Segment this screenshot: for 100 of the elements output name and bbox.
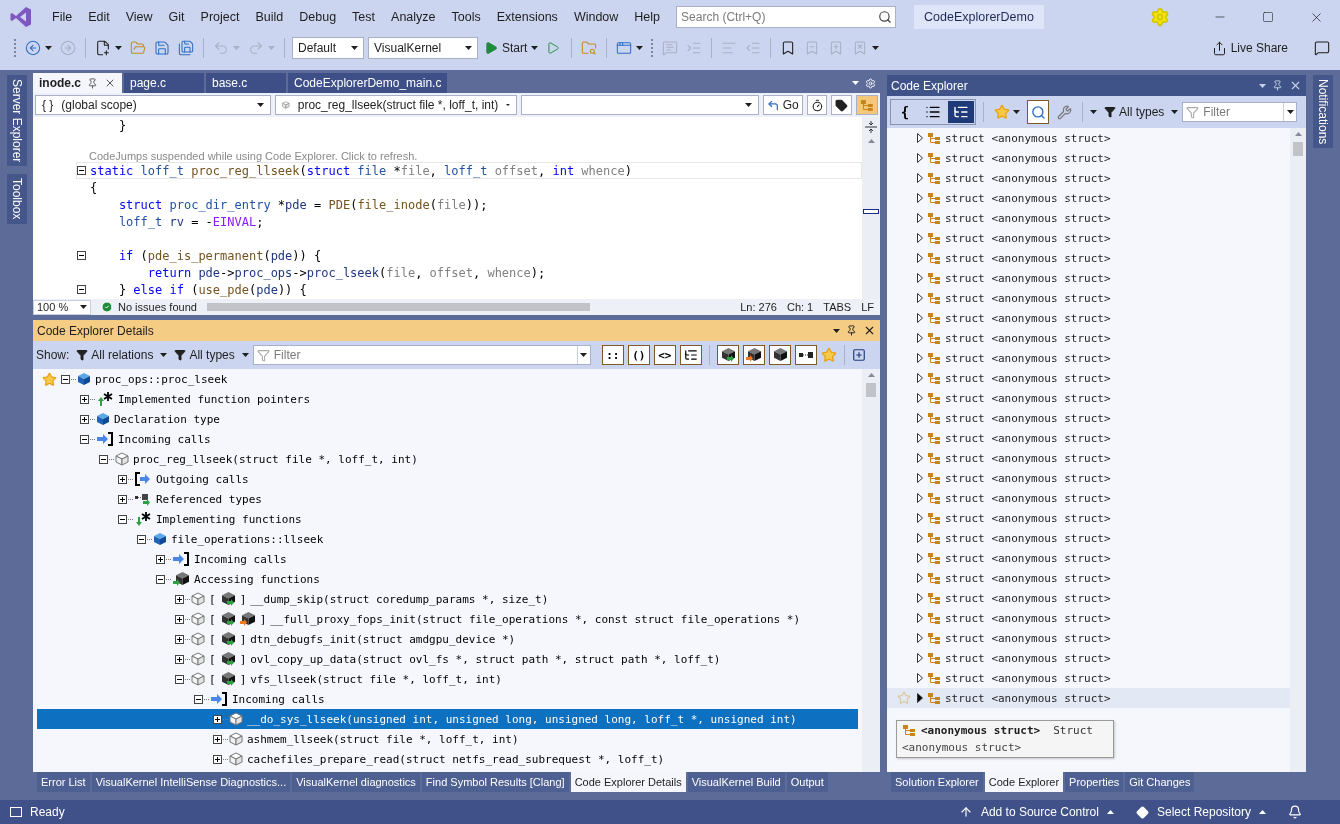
symbol-row[interactable]: struct <anonymous struct> xyxy=(887,228,1290,248)
close-icon[interactable] xyxy=(863,324,876,337)
symbol-row[interactable]: struct <anonymous struct> xyxy=(887,468,1290,488)
symbol-row[interactable]: struct <anonymous struct> xyxy=(887,608,1290,628)
expand-toggle[interactable] xyxy=(213,734,222,744)
panel-tab[interactable]: Code Explorer Details xyxy=(570,772,686,792)
notifications-icon[interactable] xyxy=(1288,805,1302,819)
panel-tab[interactable]: Find Symbol Results [Clang] xyxy=(421,772,569,792)
tree-row[interactable]: Incoming calls xyxy=(37,689,858,709)
tree-row[interactable]: [ ] __dump_skip(struct coredump_params *, size_t) xyxy=(37,589,858,609)
tree-row[interactable]: [ ] vfs_llseek(struct file *, loff_t, int) xyxy=(37,669,858,689)
tree-row[interactable]: [ ] dtn_debugfs_init(struct amdgpu_device *) xyxy=(37,629,858,649)
symbol-row[interactable]: struct <anonymous struct> xyxy=(887,648,1290,668)
menu-item[interactable]: Window xyxy=(565,10,627,24)
scrollbar[interactable] xyxy=(862,117,880,299)
symbol-row[interactable]: struct <anonymous struct> xyxy=(887,548,1290,568)
symbol-row[interactable]: struct <anonymous struct> xyxy=(887,588,1290,608)
symbol-row[interactable]: struct <anonymous struct> xyxy=(887,308,1290,328)
pin-icon[interactable] xyxy=(846,325,857,336)
symbol-row[interactable]: struct <anonymous struct> xyxy=(887,388,1290,408)
expand-toggle[interactable] xyxy=(175,654,184,664)
relations-filter[interactable]: All relations xyxy=(73,343,157,367)
collapse-toggle[interactable] xyxy=(194,694,203,704)
close-icon[interactable] xyxy=(1289,79,1302,92)
symbol-row[interactable]: struct <anonymous struct> xyxy=(887,688,1290,708)
tree-row[interactable]: proc_ops::proc_lseek xyxy=(37,369,858,389)
symbol-row[interactable]: struct <anonymous struct> xyxy=(887,168,1290,188)
repository-button[interactable]: Select Repository xyxy=(1135,805,1266,819)
collapse-toggle[interactable] xyxy=(77,166,86,175)
symbol-row[interactable]: struct <anonymous struct> xyxy=(887,128,1290,148)
tag-button[interactable] xyxy=(831,95,853,115)
line-ending[interactable]: LF xyxy=(861,301,874,313)
indent-mode[interactable]: TABS xyxy=(823,301,852,313)
symbol-row[interactable]: struct <anonymous struct> xyxy=(887,568,1290,588)
expand-toggle[interactable] xyxy=(175,594,184,604)
collapse-toggle[interactable] xyxy=(77,251,86,260)
symbol-row[interactable]: struct <anonymous struct> xyxy=(887,508,1290,528)
expand-toggle[interactable] xyxy=(175,634,184,644)
menu-item[interactable]: Help xyxy=(626,10,669,24)
symbol-row[interactable]: struct <anonymous struct> xyxy=(887,488,1290,508)
symbol-row[interactable]: struct <anonymous struct> xyxy=(887,628,1290,648)
menu-item[interactable]: Build xyxy=(247,10,292,24)
panel-tab[interactable]: VisualKernel diagnostics xyxy=(292,772,420,792)
types-filter[interactable]: All types xyxy=(171,343,238,367)
timer-button[interactable] xyxy=(806,95,828,115)
view-toggle[interactable]: :: xyxy=(601,345,624,365)
expand-toggle[interactable] xyxy=(80,394,89,404)
menu-item[interactable]: File xyxy=(44,10,81,24)
tree-row[interactable]: Declaration type xyxy=(37,409,858,429)
symbol-row[interactable]: struct <anonymous struct> xyxy=(887,268,1290,288)
editor-tab[interactable]: CodeExplorerDemo_main.c xyxy=(288,73,448,93)
tree-row[interactable]: Referenced types xyxy=(37,489,858,509)
menu-item[interactable]: Edit xyxy=(80,10,118,24)
source-control-button[interactable]: Add to Source Control xyxy=(958,805,1114,819)
menu-item[interactable]: Analyze xyxy=(383,10,444,24)
collapse-toggle[interactable] xyxy=(99,454,108,464)
symbol-row[interactable]: struct <anonymous struct> xyxy=(887,408,1290,428)
tree-row[interactable]: Outgoing calls xyxy=(37,469,858,489)
symbol-row[interactable]: struct <anonymous struct> xyxy=(887,348,1290,368)
expand-toggle[interactable] xyxy=(213,754,222,764)
function-dropdown[interactable]: proc_reg_llseek(struct file *, loff_t, int) xyxy=(275,95,518,115)
symbol-row[interactable]: struct <anonymous struct> xyxy=(887,188,1290,208)
menu-item[interactable]: Project xyxy=(192,10,248,24)
menu-item[interactable]: View xyxy=(117,10,161,24)
tree-row[interactable]: cachefiles_prepare_read(struct netfs_read_subrequest *, loff_t) xyxy=(37,749,858,769)
expand-toggle[interactable] xyxy=(80,414,89,424)
panel-tab[interactable]: Solution Explorer xyxy=(891,772,983,792)
expand-toggle[interactable] xyxy=(118,474,127,484)
configuration-dropdown[interactable]: Default xyxy=(292,37,364,59)
side-tab[interactable]: Notifications xyxy=(1313,75,1333,149)
pin-icon[interactable] xyxy=(1272,80,1283,91)
settings-icon[interactable] xyxy=(865,77,876,89)
split-icon[interactable] xyxy=(865,121,877,133)
collapse-toggle[interactable] xyxy=(118,514,127,524)
tree-row[interactable]: Implemented function pointers xyxy=(37,389,858,409)
editor-tab[interactable]: base.c xyxy=(206,73,286,93)
symbol-row[interactable]: struct <anonymous struct> xyxy=(887,328,1290,348)
menu-item[interactable]: Extensions xyxy=(488,10,566,24)
menu-item[interactable]: Test xyxy=(344,10,384,24)
collapse-toggle[interactable] xyxy=(77,285,86,294)
scroll-thumb[interactable] xyxy=(866,383,876,397)
panel-tab[interactable]: Output xyxy=(786,772,828,792)
editor-tab[interactable]: page.c xyxy=(124,73,204,93)
scrollbar[interactable] xyxy=(862,369,880,772)
tree-row[interactable]: Accessing functions xyxy=(37,569,858,589)
tree-row[interactable]: [ ] __full_proxy_fops_init(struct file_operations *, const struct file_operations *) xyxy=(37,609,858,629)
panel-tab[interactable]: VisualKernel IntelliSense Diagnostics... xyxy=(91,772,291,792)
view-toggle[interactable]: () xyxy=(627,345,650,365)
view-toggle[interactable]: <> xyxy=(653,345,676,365)
pin-icon[interactable] xyxy=(87,77,98,89)
menu-item[interactable]: Git xyxy=(160,10,193,24)
code-lens-hint[interactable]: CodeJumps suspended while using Code Explorer. Click to refresh. xyxy=(76,134,862,162)
symbol-row[interactable]: struct <anonymous struct> xyxy=(887,148,1290,168)
tree-row[interactable]: file_operations::llseek xyxy=(37,529,858,549)
star-icon[interactable] xyxy=(820,347,837,363)
tree-row[interactable]: Implementing functions xyxy=(37,509,858,529)
symbol-row[interactable]: struct <anonymous struct> xyxy=(887,448,1290,468)
tree-row[interactable]: proc_reg_llseek(struct file *, loff_t, int) xyxy=(37,449,858,469)
symbol-row[interactable]: struct <anonymous struct> xyxy=(887,288,1290,308)
expand-toggle[interactable] xyxy=(118,494,127,504)
